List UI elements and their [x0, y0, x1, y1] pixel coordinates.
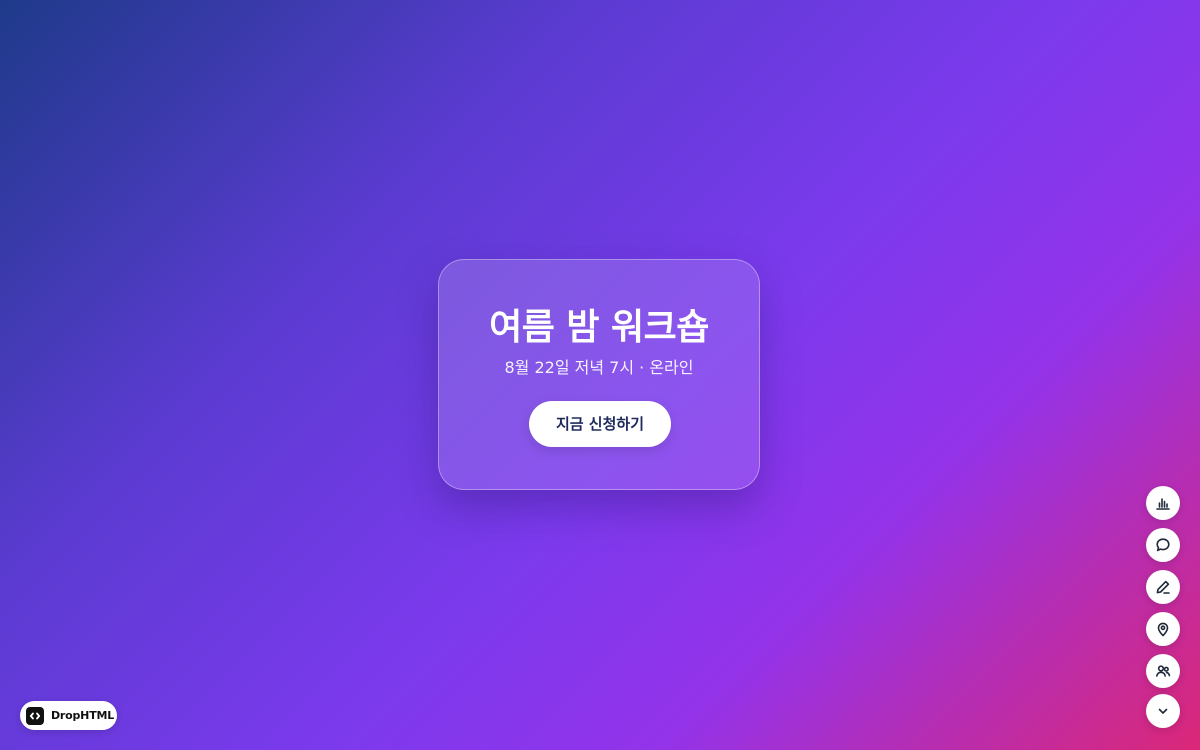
event-title: 여름 밤 워크숍 — [489, 307, 709, 348]
people-button[interactable] — [1146, 654, 1180, 688]
drophtml-badge[interactable]: DropHTML — [20, 701, 117, 730]
event-details: 8월 22일 저녁 7시 · 온라인 — [504, 358, 694, 377]
chevron-down-icon — [1158, 708, 1168, 714]
chat-bubble-icon — [1156, 538, 1170, 552]
code-icon — [26, 706, 44, 725]
event-card: 여름 밤 워크숍 8월 22일 저녁 7시 · 온라인 지금 신청하기 — [438, 259, 760, 490]
register-now-button[interactable]: 지금 신청하기 — [529, 401, 671, 447]
analytics-button[interactable] — [1146, 486, 1180, 520]
location-button[interactable] — [1146, 612, 1180, 646]
pencil-icon — [1156, 580, 1170, 594]
badge-label: DropHTML — [51, 709, 115, 722]
users-icon — [1156, 665, 1171, 677]
edit-button[interactable] — [1146, 570, 1180, 604]
bar-chart-icon — [1156, 498, 1170, 510]
collapse-button[interactable] — [1146, 694, 1180, 728]
map-pin-icon — [1157, 622, 1169, 637]
comment-button[interactable] — [1146, 528, 1180, 562]
